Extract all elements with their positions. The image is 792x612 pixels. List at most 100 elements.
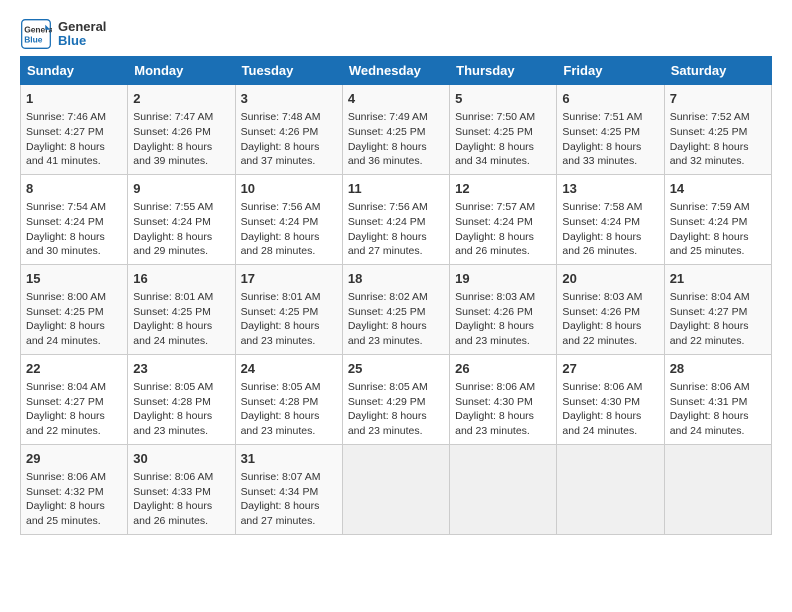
sunset-text: Sunset: 4:24 PM [133, 216, 211, 228]
day-cell-28: 28Sunrise: 8:06 AMSunset: 4:31 PMDayligh… [664, 354, 771, 444]
sunrise-text: Sunrise: 8:05 AM [348, 381, 428, 393]
sunrise-text: Sunrise: 8:04 AM [670, 291, 750, 303]
day-number: 21 [670, 270, 766, 288]
week-row-5: 29Sunrise: 8:06 AMSunset: 4:32 PMDayligh… [21, 444, 772, 534]
sunrise-text: Sunrise: 8:06 AM [562, 381, 642, 393]
day-number: 27 [562, 360, 658, 378]
col-header-sunday: Sunday [21, 57, 128, 85]
sunset-text: Sunset: 4:24 PM [241, 216, 319, 228]
col-header-wednesday: Wednesday [342, 57, 449, 85]
sunset-text: Sunset: 4:26 PM [455, 306, 533, 318]
daylight-text: Daylight: 8 hours and 39 minutes. [133, 141, 212, 168]
daylight-text: Daylight: 8 hours and 26 minutes. [455, 231, 534, 258]
daylight-text: Daylight: 8 hours and 23 minutes. [348, 410, 427, 437]
day-number: 7 [670, 90, 766, 108]
day-cell-25: 25Sunrise: 8:05 AMSunset: 4:29 PMDayligh… [342, 354, 449, 444]
day-cell-9: 9 Sunrise: 7:55 AM Sunset: 4:24 PM Daylight… [128, 174, 235, 264]
col-header-friday: Friday [557, 57, 664, 85]
day-cell-19: 19Sunrise: 8:03 AMSunset: 4:26 PMDayligh… [450, 264, 557, 354]
col-header-monday: Monday [128, 57, 235, 85]
sunrise-text: Sunrise: 8:04 AM [26, 381, 106, 393]
day-cell-29: 29Sunrise: 8:06 AMSunset: 4:32 PMDayligh… [21, 444, 128, 534]
logo-general: General [58, 20, 106, 34]
sunrise-text: Sunrise: 7:47 AM [133, 111, 213, 123]
daylight-text: Daylight: 8 hours and 27 minutes. [348, 231, 427, 258]
daylight-text: Daylight: 8 hours and 37 minutes. [241, 141, 320, 168]
day-number: 14 [670, 180, 766, 198]
day-cell-8: 8Sunrise: 7:54 AMSunset: 4:24 PMDaylight… [21, 174, 128, 264]
logo: General Blue General Blue [20, 18, 106, 50]
daylight-text: Daylight: 8 hours and 22 minutes. [26, 410, 105, 437]
daylight-text: Daylight: 8 hours and 28 minutes. [241, 231, 320, 258]
page: General Blue General Blue SundayMondayTu… [0, 0, 792, 612]
svg-text:Blue: Blue [24, 34, 43, 44]
sunrise-text: Sunrise: 8:01 AM [241, 291, 321, 303]
empty-cell [450, 444, 557, 534]
sunset-text: Sunset: 4:34 PM [241, 486, 319, 498]
day-cell-27: 27Sunrise: 8:06 AMSunset: 4:30 PMDayligh… [557, 354, 664, 444]
sunrise-text: Sunrise: 7:48 AM [241, 111, 321, 123]
daylight-text: Daylight: 8 hours and 27 minutes. [241, 500, 320, 527]
sunset-text: Sunset: 4:25 PM [133, 306, 211, 318]
day-cell-16: 16Sunrise: 8:01 AMSunset: 4:25 PMDayligh… [128, 264, 235, 354]
day-cell-6: 6Sunrise: 7:51 AMSunset: 4:25 PMDaylight… [557, 85, 664, 175]
day-number: 17 [241, 270, 337, 288]
sunset-text: Sunset: 4:27 PM [26, 396, 104, 408]
day-number: 12 [455, 180, 551, 198]
day-number: 24 [241, 360, 337, 378]
empty-cell [342, 444, 449, 534]
sunset-text: Sunset: 4:32 PM [26, 486, 104, 498]
day-cell-10: 10Sunrise: 7:56 AMSunset: 4:24 PMDayligh… [235, 174, 342, 264]
day-number: 31 [241, 450, 337, 468]
day-number: 1 [26, 90, 122, 108]
day-number: 4 [348, 90, 444, 108]
col-header-thursday: Thursday [450, 57, 557, 85]
daylight-text: Daylight: 8 hours and 34 minutes. [455, 141, 534, 168]
day-number: 8 [26, 180, 122, 198]
day-number: 16 [133, 270, 229, 288]
sunset-text: Sunset: 4:28 PM [133, 396, 211, 408]
daylight-text: Daylight: 8 hours and 23 minutes. [455, 410, 534, 437]
daylight-text: Daylight: 8 hours and 29 minutes. [133, 231, 212, 258]
logo-icon: General Blue [20, 18, 52, 50]
sunrise-text: Sunrise: 7:55 AM [133, 201, 213, 213]
sunrise-text: Sunrise: 7:50 AM [455, 111, 535, 123]
header-row-days: SundayMondayTuesdayWednesdayThursdayFrid… [21, 57, 772, 85]
daylight-text: Daylight: 8 hours and 22 minutes. [670, 320, 749, 347]
day-number: 30 [133, 450, 229, 468]
sunrise-text: Sunrise: 8:02 AM [348, 291, 428, 303]
col-header-saturday: Saturday [664, 57, 771, 85]
sunset-text: Sunset: 4:28 PM [241, 396, 319, 408]
daylight-text: Daylight: 8 hours and 26 minutes. [133, 500, 212, 527]
daylight-text: Daylight: 8 hours and 32 minutes. [670, 141, 749, 168]
sunrise-text: Sunrise: 8:01 AM [133, 291, 213, 303]
day-cell-11: 11Sunrise: 7:56 AMSunset: 4:24 PMDayligh… [342, 174, 449, 264]
sunrise-text: Sunrise: 7:49 AM [348, 111, 428, 123]
day-cell-20: 20Sunrise: 8:03 AMSunset: 4:26 PMDayligh… [557, 264, 664, 354]
daylight-text: Daylight: 8 hours and 24 minutes. [26, 320, 105, 347]
daylight-text: Daylight: 8 hours and 23 minutes. [455, 320, 534, 347]
day-number: 28 [670, 360, 766, 378]
sunset-text: Sunset: 4:25 PM [241, 306, 319, 318]
day-number: 9 [133, 180, 229, 198]
day-number: 11 [348, 180, 444, 198]
sunrise-text: Sunrise: 7:51 AM [562, 111, 642, 123]
day-cell-22: 22Sunrise: 8:04 AMSunset: 4:27 PMDayligh… [21, 354, 128, 444]
daylight-text: Daylight: 8 hours and 23 minutes. [241, 320, 320, 347]
daylight-text: Daylight: 8 hours and 33 minutes. [562, 141, 641, 168]
sunset-text: Sunset: 4:30 PM [455, 396, 533, 408]
sunset-text: Sunset: 4:26 PM [241, 126, 319, 138]
day-cell-17: 17 Sunrise: 8:01 AM Sunset: 4:25 PM Dayligh… [235, 264, 342, 354]
day-cell-15: 15Sunrise: 8:00 AMSunset: 4:25 PMDayligh… [21, 264, 128, 354]
day-cell-3: 3Sunrise: 7:48 AMSunset: 4:26 PMDaylight… [235, 85, 342, 175]
day-number: 25 [348, 360, 444, 378]
sunset-text: Sunset: 4:25 PM [348, 126, 426, 138]
sunrise-text: Sunrise: 7:54 AM [26, 201, 106, 213]
day-cell-24: 24Sunrise: 8:05 AMSunset: 4:28 PMDayligh… [235, 354, 342, 444]
sunrise-text: Sunrise: 7:57 AM [455, 201, 535, 213]
sunset-text: Sunset: 4:30 PM [562, 396, 640, 408]
day-cell-5: 5Sunrise: 7:50 AMSunset: 4:25 PMDaylight… [450, 85, 557, 175]
daylight-text: Daylight: 8 hours and 30 minutes. [26, 231, 105, 258]
day-number: 6 [562, 90, 658, 108]
sunrise-text: Sunrise: 7:56 AM [241, 201, 321, 213]
